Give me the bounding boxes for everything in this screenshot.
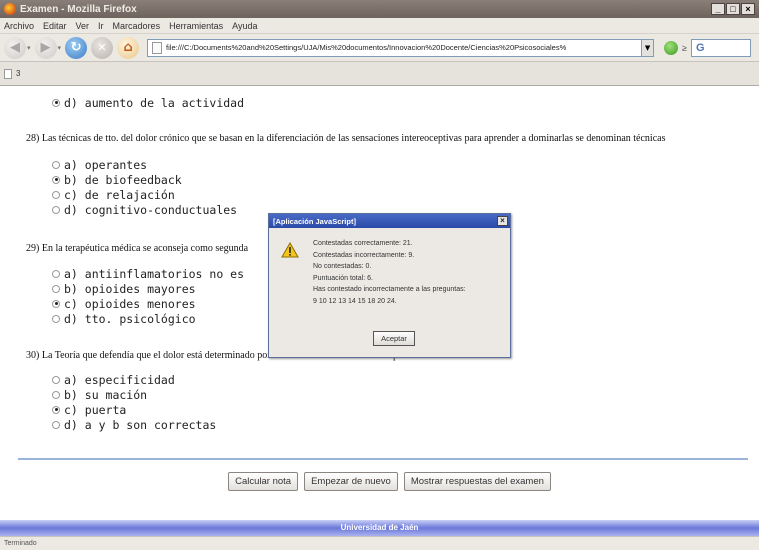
option-label: c) de relajación bbox=[64, 187, 175, 202]
dialog-line-incorrect: Contestadas incorrectamente: 9. bbox=[313, 251, 415, 259]
radio-selected[interactable] bbox=[52, 175, 60, 184]
question-29-text: 29) En la terapéutica médica se aconseja… bbox=[26, 243, 249, 254]
menu-ver[interactable]: Ver bbox=[76, 21, 90, 31]
q28-option-b[interactable]: b) de biofeedback bbox=[52, 172, 182, 187]
maximize-button[interactable]: □ bbox=[726, 3, 740, 15]
dialog-message: Contestadas correctamente: 21. Contestad… bbox=[313, 238, 466, 307]
q29-option-c[interactable]: c) opioides menores bbox=[52, 296, 196, 311]
tab-label: 3 bbox=[16, 69, 21, 78]
option-label: b) de biofeedback bbox=[64, 172, 182, 187]
option-label: a) antiinflamatorios no es bbox=[64, 266, 245, 281]
radio[interactable] bbox=[52, 375, 60, 384]
university-footer: Universidad de Jaén bbox=[0, 520, 759, 536]
radio[interactable] bbox=[52, 284, 60, 293]
q28-option-a[interactable]: a) operantes bbox=[52, 157, 147, 172]
window-title: Examen - Mozilla Firefox bbox=[20, 3, 137, 15]
option-label: c) puerta bbox=[64, 402, 127, 417]
q30-option-b[interactable]: b) su mación bbox=[52, 387, 147, 402]
radio[interactable] bbox=[52, 269, 60, 278]
menu-bar: Archivo Editar Ver Ir Marcadores Herrami… bbox=[0, 18, 759, 34]
option-label: d) a y b son correctas bbox=[64, 417, 217, 432]
address-bar[interactable]: file:///C:/Documents%20and%20Settings/UJ… bbox=[147, 38, 655, 57]
menu-marcadores[interactable]: Marcadores bbox=[113, 21, 161, 31]
status-bar: Terminado bbox=[0, 536, 759, 550]
back-arrow-icon[interactable]: ◀ bbox=[4, 36, 26, 59]
q27-option-d[interactable]: d) aumento de la actividad bbox=[52, 95, 244, 110]
option-label: a) operantes bbox=[64, 157, 148, 172]
dialog-line-wrong-list: 9 10 12 13 14 15 18 20 24. bbox=[313, 297, 397, 305]
minimize-button[interactable]: _ bbox=[711, 3, 725, 15]
home-icon[interactable]: ⌂ bbox=[117, 36, 140, 59]
menu-archivo[interactable]: Archivo bbox=[4, 21, 34, 31]
radio[interactable] bbox=[52, 160, 60, 169]
menu-editar[interactable]: Editar bbox=[43, 21, 67, 31]
option-label: b) su mación bbox=[64, 387, 148, 402]
url-dropdown-icon[interactable]: ▼ bbox=[641, 39, 654, 56]
radio-selected[interactable] bbox=[52, 299, 60, 308]
q29-option-d[interactable]: d) tto. psicológico bbox=[52, 311, 196, 326]
radio-selected[interactable] bbox=[52, 98, 60, 107]
dialog-line-score: Puntuación total: 6. bbox=[313, 274, 373, 282]
menu-ir[interactable]: Ir bbox=[98, 21, 104, 31]
divider-line bbox=[18, 458, 748, 460]
question-28-text: 28) Las técnicas de tto. del dolor cróni… bbox=[26, 133, 666, 144]
dialog-line-wrong-header: Has contestado incorrectamente a las pre… bbox=[313, 286, 466, 293]
reload-icon[interactable]: ↻ bbox=[65, 36, 88, 59]
forward-arrow-icon[interactable]: ▶ bbox=[34, 36, 57, 59]
radio[interactable] bbox=[52, 190, 60, 199]
menu-herramientas[interactable]: Herramientas bbox=[169, 21, 223, 31]
show-answers-button[interactable]: Mostrar respuestas del examen bbox=[403, 472, 551, 491]
action-buttons: Calcular nota Empezar de nuevo Mostrar r… bbox=[0, 472, 759, 491]
dialog-title: [Aplicación JavaScript] bbox=[273, 216, 356, 226]
dialog-line-unanswered: No contestadas: 0. bbox=[313, 263, 372, 270]
go-icon[interactable] bbox=[664, 40, 679, 55]
navigation-toolbar: ◀ ▾ ▶ ▾ ↻ ✕ ⌂ file:///C:/Documents%20and… bbox=[0, 34, 759, 62]
option-label: d) tto. psicológico bbox=[64, 311, 196, 326]
option-label: b) opioides mayores bbox=[64, 281, 196, 296]
dialog-line-correct: Contestadas correctamente: 21. bbox=[313, 240, 413, 247]
accept-button[interactable]: Aceptar bbox=[373, 331, 415, 346]
dialog-title-bar: [Aplicación JavaScript] × bbox=[269, 214, 510, 228]
radio[interactable] bbox=[52, 390, 60, 399]
q30-option-d[interactable]: d) a y b son correctas bbox=[52, 417, 216, 432]
option-label: d) aumento de la actividad bbox=[64, 95, 245, 110]
calculate-grade-button[interactable]: Calcular nota bbox=[228, 472, 299, 491]
tab-page-icon bbox=[4, 68, 12, 79]
warning-icon bbox=[281, 242, 299, 258]
option-label: a) especificidad bbox=[64, 372, 175, 387]
menu-ayuda[interactable]: Ayuda bbox=[232, 21, 257, 31]
radio[interactable] bbox=[52, 420, 60, 429]
forward-dropdown-icon[interactable]: ▾ bbox=[58, 44, 62, 52]
option-label: c) opioides menores bbox=[64, 296, 196, 311]
q29-option-b[interactable]: b) opioides mayores bbox=[52, 281, 196, 296]
stop-icon[interactable]: ✕ bbox=[91, 36, 114, 59]
dialog-close-button[interactable]: × bbox=[497, 216, 508, 226]
option-label: d) cognitivo-conductuales bbox=[64, 202, 238, 217]
radio-selected[interactable] bbox=[52, 405, 60, 414]
javascript-alert-dialog: [Aplicación JavaScript] × Contestadas co… bbox=[268, 213, 511, 358]
close-button[interactable]: × bbox=[741, 3, 755, 15]
radio[interactable] bbox=[52, 314, 60, 323]
q28-option-c[interactable]: c) de relajación bbox=[52, 187, 175, 202]
q30-option-a[interactable]: a) especificidad bbox=[52, 372, 175, 387]
q29-option-a[interactable]: a) antiinflamatorios no es bbox=[52, 266, 244, 281]
radio[interactable] bbox=[52, 205, 60, 214]
url-text[interactable]: file:///C:/Documents%20and%20Settings/UJ… bbox=[166, 43, 641, 52]
window-title-bar: Examen - Mozilla Firefox _ □ × bbox=[0, 0, 759, 18]
back-dropdown-icon[interactable]: ▾ bbox=[27, 44, 31, 52]
tab-bar: 3 bbox=[0, 62, 759, 86]
go-label[interactable]: ≥ bbox=[682, 43, 687, 53]
q30-option-c[interactable]: c) puerta bbox=[52, 402, 126, 417]
search-box[interactable]: G bbox=[690, 38, 751, 57]
q28-option-d[interactable]: d) cognitivo-conductuales bbox=[52, 202, 237, 217]
tab-current[interactable]: 3 bbox=[4, 68, 21, 79]
page-icon bbox=[152, 41, 163, 54]
restart-button[interactable]: Empezar de nuevo bbox=[304, 472, 398, 491]
firefox-icon bbox=[4, 3, 16, 15]
